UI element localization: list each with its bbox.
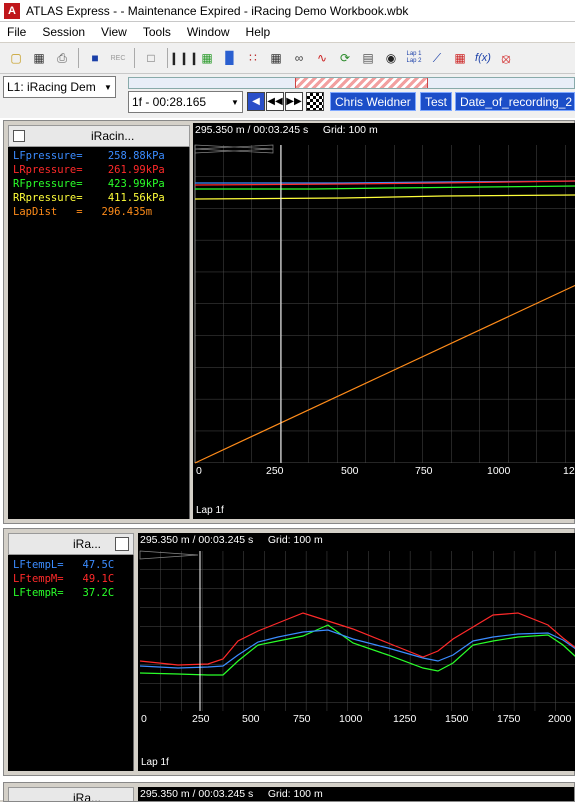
title-bar: A ATLAS Express - - Maintenance Expired … (0, 0, 575, 22)
x-tick-label: 750 (293, 713, 311, 725)
menu-bar: File Session View Tools Window Help (0, 22, 575, 42)
menu-help[interactable]: Help (238, 25, 279, 39)
channel-value: RRpressure= 411.56kPa (13, 192, 165, 204)
x-tick-label: 0 (141, 713, 147, 725)
workspace: iRacin... LFpressure= 258.88kPa LRpressu… (0, 118, 575, 802)
function-icon[interactable]: f(x) (473, 48, 493, 68)
checkered-flag-icon[interactable] (306, 92, 324, 111)
main-toolbar: ▢ ▦ ⎙ ■ REC □ ❙❙❙ ▦ ▉ ∷ ▦ ∞ ∿ ⟳ ▤ ◉ Lap … (0, 43, 575, 74)
lap-label: Lap 1f (196, 505, 224, 516)
channel-value: LRpressure= 261.99kPa (13, 164, 165, 176)
layout-icon[interactable]: ▤ (358, 48, 378, 68)
menu-window[interactable]: Window (179, 25, 238, 39)
x-tick-label: 12 (563, 465, 575, 477)
histogram-icon[interactable]: ▉ (220, 48, 240, 68)
legend-title: iRa... (73, 537, 102, 551)
next-icon[interactable]: ▶▶ (285, 92, 303, 111)
date-chip[interactable]: Date_of_recording_2 (455, 92, 575, 111)
legend-title: iRa... (73, 791, 102, 802)
legend-header[interactable]: iRacin... (8, 125, 190, 147)
pressure-panel: iRacin... LFpressure= 258.88kPa LRpressu… (3, 120, 575, 524)
matrix-icon[interactable]: ▦ (450, 48, 470, 68)
print-icon[interactable]: ⎙ (52, 48, 72, 68)
go-start-icon[interactable]: ◀ (247, 92, 265, 111)
event-chip-label: Test (425, 94, 448, 109)
toolbar-separator (167, 48, 168, 68)
lap-compare-icon[interactable]: Lap 1 Lap 2 (404, 48, 424, 68)
session-bar: L1: iRacing Dem ▼ 1f - 00:28.165 ▼ ◀ ◀◀ … (0, 74, 575, 118)
plot-grid (195, 145, 575, 463)
pressure-legend: iRacin... LFpressure= 258.88kPa LRpressu… (8, 125, 190, 519)
cursor-readout: 295.350 m / 00:03.245 s Grid: 100 m (140, 788, 323, 800)
channel-value: LFtempL= 47.5C (13, 559, 115, 571)
time-selector-value: 1f - 00:28.165 (132, 95, 207, 109)
cluster-icon[interactable]: ∞ (289, 48, 309, 68)
pressure-plot[interactable]: 295.350 m / 00:03.245 s Grid: 100 m 0 25… (193, 123, 575, 519)
wave-icon[interactable]: ∿ (312, 48, 332, 68)
save-icon[interactable]: ▦ (29, 48, 49, 68)
stop-icon[interactable]: ⦻ (496, 48, 516, 68)
x-tick-label: 500 (242, 713, 260, 725)
channel-value: LFtempM= 49.1C (13, 573, 115, 585)
window-title: ATLAS Express - - Maintenance Expired - … (26, 3, 409, 18)
menu-tools[interactable]: Tools (135, 25, 179, 39)
line-icon[interactable]: ⟋ (427, 48, 447, 68)
tire-temp-legend: iRa... LFtempL= 47.5C LFtempM= 49.1C LFt… (8, 533, 134, 771)
export-icon[interactable]: ■ (85, 48, 105, 68)
timeline-selection[interactable] (295, 78, 428, 88)
chevron-down-icon: ▼ (104, 82, 112, 92)
grid-icon[interactable]: ▦ (197, 48, 217, 68)
channel-value: LapDist = 296.435m (13, 206, 153, 218)
x-tick-label: 250 (266, 465, 284, 477)
toolbar-separator (78, 48, 79, 68)
date-chip-label: Date_of_recording_2 (460, 94, 573, 109)
legend-title: iRacin... (91, 129, 135, 143)
pressure-graph[interactable] (193, 123, 575, 519)
time-selector[interactable]: 1f - 00:28.165 ▼ (128, 91, 243, 113)
x-tick-label: 1000 (339, 713, 363, 725)
prev-icon[interactable]: ◀◀ (266, 92, 284, 111)
lap-selector-value: L1: iRacing Dem (7, 80, 96, 94)
driver-chip[interactable]: Chris Weidner (330, 92, 416, 111)
x-tick-label: 1250 (393, 713, 417, 725)
third-panel: iRa... 295.350 m / 00:03.245 s Grid: 100… (3, 782, 575, 802)
menu-session[interactable]: Session (34, 25, 93, 39)
channel-value: LFtempR= 37.2C (13, 587, 115, 599)
x-tick-label: 500 (341, 465, 359, 477)
channel-value: LFpressure= 258.88kPa (13, 150, 165, 162)
scatter-icon[interactable]: ∷ (243, 48, 263, 68)
toolbar-separator (134, 48, 135, 68)
table-icon[interactable]: ▦ (266, 48, 286, 68)
x-tick-label: 2000 (548, 713, 572, 725)
lap-label: Lap 1f (141, 757, 169, 768)
tire-temp-plot[interactable]: 295.350 m / 00:03.245 s Grid: 100 m 0 25… (138, 533, 575, 771)
x-tick-label: 0 (196, 465, 202, 477)
camera-icon[interactable]: ◉ (381, 48, 401, 68)
tire-temp-graph[interactable] (138, 533, 575, 771)
page-icon[interactable] (115, 537, 129, 551)
x-tick-label: 1000 (487, 465, 511, 477)
chevron-down-icon: ▼ (231, 97, 239, 107)
rec-icon[interactable]: REC (108, 48, 128, 68)
page-icon[interactable]: □ (141, 48, 161, 68)
event-chip[interactable]: Test (420, 92, 452, 111)
timeline-bar[interactable] (128, 77, 575, 89)
cycle-icon[interactable]: ⟳ (335, 48, 355, 68)
x-tick-label: 750 (415, 465, 433, 477)
legend-header[interactable]: iRa... (8, 533, 134, 555)
channel-value: RFpressure= 423.99kPa (13, 178, 165, 190)
lap-selector[interactable]: L1: iRacing Dem ▼ (3, 76, 116, 98)
x-tick-label: 1750 (497, 713, 521, 725)
open-folder-icon[interactable]: ▢ (6, 48, 26, 68)
menu-file[interactable]: File (0, 25, 34, 39)
tire-temp-panel: iRa... LFtempL= 47.5C LFtempM= 49.1C LFt… (3, 528, 575, 776)
x-tick-label: 1500 (445, 713, 469, 725)
atlas-app-icon: A (4, 2, 20, 19)
menu-view[interactable]: View (93, 25, 135, 39)
driver-chip-label: Chris Weidner (335, 94, 411, 109)
x-tick-label: 250 (192, 713, 210, 725)
page-icon[interactable] (13, 130, 25, 142)
bars-icon[interactable]: ❙❙❙ (169, 48, 199, 68)
